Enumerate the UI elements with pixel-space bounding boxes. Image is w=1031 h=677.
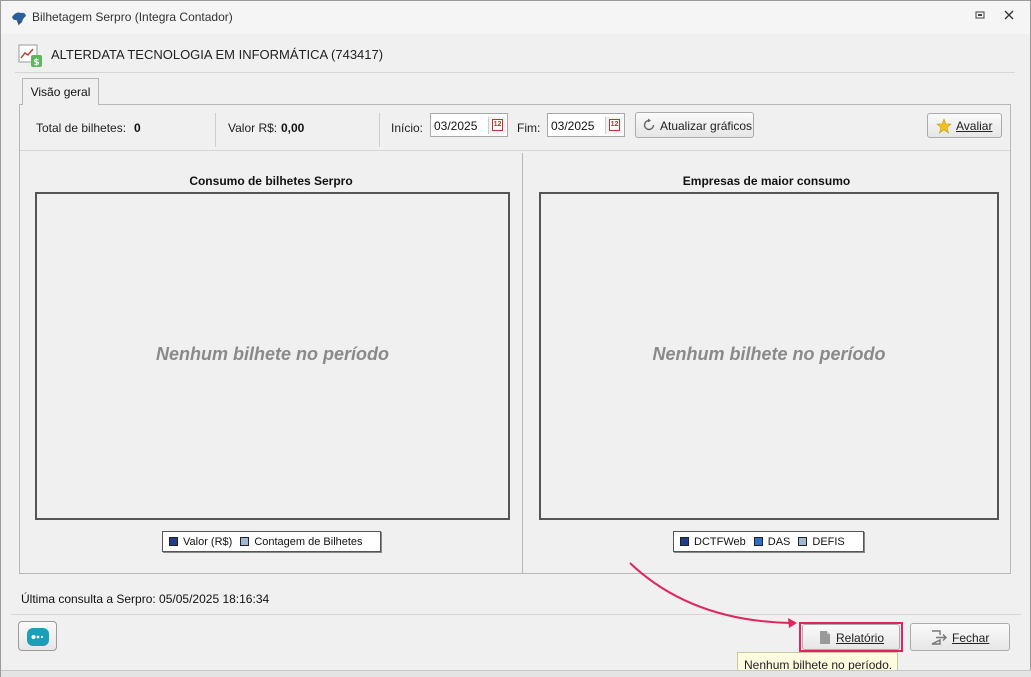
valor-label: Valor R$: (228, 121, 278, 135)
title-bar: Bilhetagem Serpro (Integra Contador) (1, 1, 1030, 34)
close-window-button[interactable] (1001, 9, 1017, 25)
calendar-picker-button[interactable]: 12 (488, 117, 505, 134)
fim-date-field[interactable]: 03/2025 12 (547, 113, 625, 137)
consumo-chart-pane: Consumo de bilhetes Serpro Nenhum bilhet… (20, 153, 522, 573)
exit-icon (931, 630, 947, 645)
legend-swatch (169, 537, 178, 546)
close-icon (1004, 10, 1014, 20)
inicio-date-value: 03/2025 (434, 119, 478, 133)
empresas-chart-title: Empresas de maior consumo (682, 174, 851, 188)
serpro-app-icon (12, 12, 26, 26)
stats-toolbar: Total de bilhetes: 0 Valor R$: 0,00 Iníc… (20, 105, 1010, 151)
star-icon (936, 118, 952, 134)
consumo-chart-legend: Valor (R$) Contagem de Bilhetes (162, 531, 381, 552)
chat-button[interactable] (18, 621, 57, 651)
inicio-date-field[interactable]: 03/2025 12 (430, 113, 508, 137)
empresas-chart-pane: Empresas de maior consumo Nenhum bilhete… (523, 153, 1010, 573)
legend-label: DAS (767, 535, 791, 548)
restore-button[interactable] (972, 9, 988, 25)
legend-label: Valor (R$) (183, 535, 233, 548)
total-bilhetes-label: Total de bilhetes: (36, 121, 127, 135)
calendar-icon: 12 (492, 119, 503, 131)
legend-item-dctfweb: DCTFWeb (680, 536, 746, 548)
company-name: ALTERDATA TECNOLOGIA EM INFORMÁTICA (743… (51, 47, 384, 62)
evaluate-label: Avaliar (956, 119, 993, 133)
refresh-charts-label: Atualizar gráficos (660, 119, 753, 133)
consumo-chart-title: Consumo de bilhetes Serpro (189, 174, 353, 188)
legend-swatch (240, 537, 250, 546)
consumo-chart-area: Nenhum bilhete no período (35, 192, 510, 520)
legend-label: DCTFWeb (694, 535, 746, 548)
money-chart-icon: $ (18, 44, 42, 68)
legend-item-defis: DEFIS (798, 535, 845, 548)
tab-panel-visao-geral: Total de bilhetes: 0 Valor R$: 0,00 Iníc… (19, 104, 1011, 574)
footer-divider (11, 614, 1021, 615)
calendar-picker-button[interactable]: 12 (605, 117, 622, 134)
restore-icon (975, 11, 985, 19)
total-bilhetes-value: 0 (134, 121, 141, 135)
legend-item-valor: Valor (R$) (169, 536, 232, 548)
legend-label: DEFIS (812, 535, 845, 548)
report-highlight-box (799, 622, 903, 652)
evaluate-button[interactable]: Avaliar (927, 113, 1002, 138)
refresh-icon (643, 118, 655, 131)
tab-visao-geral[interactable]: Visão geral (22, 78, 99, 105)
legend-swatch (798, 537, 808, 546)
svg-text:$: $ (33, 58, 39, 68)
legend-item-das: DAS (753, 535, 791, 548)
main-window: Bilhetagem Serpro (Integra Contador) $ A… (0, 0, 1031, 677)
company-header: $ ALTERDATA TECNOLOGIA EM INFORMÁTICA (7… (15, 39, 1015, 73)
close-button[interactable]: Fechar (910, 623, 1010, 651)
inicio-label: Início: (391, 121, 424, 135)
valor-value: 0,00 (281, 121, 305, 135)
separator (379, 113, 380, 147)
window-title: Bilhetagem Serpro (Integra Contador) (32, 10, 233, 24)
status-strip (1, 670, 1031, 677)
fim-date-value: 03/2025 (551, 119, 595, 133)
legend-swatch (680, 537, 689, 546)
last-query-status: Última consulta a Serpro: 05/05/2025 18:… (21, 592, 270, 606)
empresas-chart-legend: DCTFWeb DAS DEFIS (673, 531, 864, 552)
legend-swatch (753, 537, 763, 546)
chat-dots-icon (31, 635, 43, 639)
empresas-empty-message: Nenhum bilhete no período (652, 344, 886, 364)
refresh-charts-button[interactable]: Atualizar gráficos (635, 112, 754, 138)
consumo-empty-message: Nenhum bilhete no período (156, 344, 389, 364)
close-label: Fechar (952, 631, 990, 645)
separator (215, 113, 216, 147)
empresas-chart-area: Nenhum bilhete no período (539, 192, 999, 520)
fim-label: Fim: (517, 121, 541, 135)
calendar-icon: 12 (609, 119, 620, 131)
legend-label: Contagem de Bilhetes (254, 535, 363, 548)
legend-item-contagem: Contagem de Bilhetes (240, 535, 363, 548)
